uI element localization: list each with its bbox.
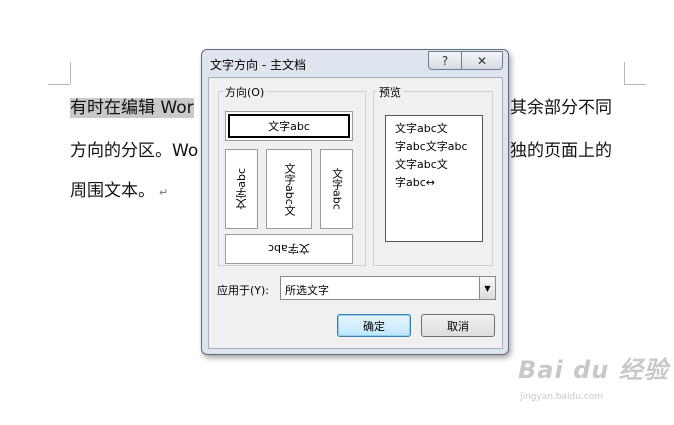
apply-to-value: 所选文字 xyxy=(285,284,329,297)
document-line-2[interactable]: 方向的分区。Wo xyxy=(70,140,198,162)
page-corner-mark xyxy=(624,84,646,85)
apply-to-label: 应用于(Y): xyxy=(217,284,270,297)
preview-line: 字abc文字abc xyxy=(395,140,468,153)
direction-option-vertical-rotated-right[interactable]: 文字abc xyxy=(320,149,353,229)
direction-option-horizontal-inner: 文字abc xyxy=(228,114,350,138)
page-corner-mark xyxy=(48,84,70,85)
preview-line: 文字abc文 xyxy=(395,122,448,135)
page-corner-mark xyxy=(624,62,625,84)
ok-button[interactable]: 确定 xyxy=(337,314,411,337)
preview-box: 文字abc文 字abc文字abc 文字abc文 字abc↔ xyxy=(385,115,483,242)
dropdown-arrow-icon[interactable]: ▼ xyxy=(479,277,495,299)
document-selected-text[interactable]: 有时在编辑 Wor xyxy=(70,98,194,118)
page-corner-mark xyxy=(70,62,71,84)
watermark-url: jingyan.baidu.com xyxy=(520,392,604,402)
direction-group-label: 方向(O) xyxy=(223,84,267,100)
dialog-title: 文字方向 - 主文档 xyxy=(210,58,306,72)
document-line-1[interactable]: 有时在编辑 Wor xyxy=(70,97,194,119)
direction-option-horizontal[interactable]: 文字abc xyxy=(225,111,353,141)
direction-option-vertical-stacked[interactable]: 文字abc文 xyxy=(266,149,312,229)
document-line-2-right[interactable]: 独的页面上的 xyxy=(510,140,612,162)
cancel-button[interactable]: 取消 xyxy=(421,314,495,337)
preview-line: 字abc↔ xyxy=(395,176,435,189)
watermark-logo-text: Bai du 经验 xyxy=(518,356,669,384)
help-button[interactable]: ? xyxy=(428,51,461,70)
document-line-3[interactable]: 周围文本。 ↵ xyxy=(70,180,168,204)
baidu-watermark: Bai du 经验 jingyan.baidu.com xyxy=(518,350,669,402)
preview-line: 文字abc文 xyxy=(395,158,448,171)
help-icon: ? xyxy=(441,53,449,68)
preview-group-label: 预览 xyxy=(377,84,403,100)
dialog-body: 方向(O) 文字abc 文字abc 文字abc文 文字abc 文字abc 预览 … xyxy=(208,77,503,349)
text-direction-dialog: 文字方向 - 主文档 ? ✕ 方向(O) 文字abc 文字abc 文字abc文 … xyxy=(201,49,509,355)
apply-to-select[interactable]: 所选文字 ▼ xyxy=(280,276,496,300)
direction-option-rotated-180[interactable]: 文字abc xyxy=(225,234,353,264)
close-button[interactable]: ✕ xyxy=(461,51,503,70)
titlebar-buttons: ? ✕ xyxy=(428,51,503,70)
dialog-titlebar[interactable]: 文字方向 - 主文档 ? ✕ xyxy=(202,50,508,76)
paragraph-mark-icon: ↵ xyxy=(159,186,169,199)
direction-option-vertical-rotated-left[interactable]: 文字abc xyxy=(225,149,258,229)
close-icon: ✕ xyxy=(476,53,488,68)
document-line-1-right[interactable]: 其余部分不同 xyxy=(510,97,612,119)
